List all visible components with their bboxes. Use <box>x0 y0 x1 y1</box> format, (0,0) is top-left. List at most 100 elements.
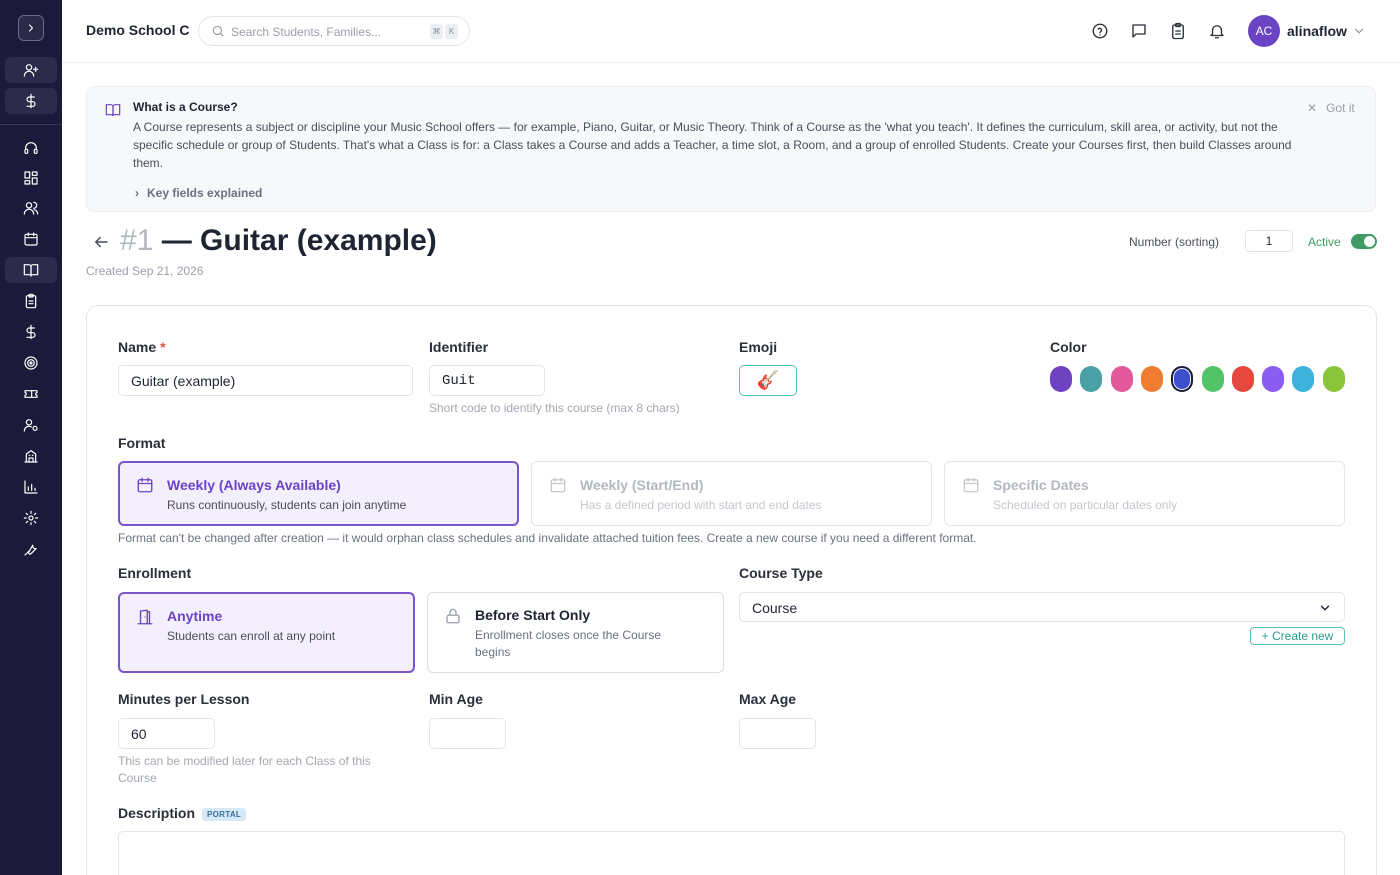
color-label: Color <box>1050 339 1087 355</box>
active-label: Active <box>1308 235 1341 249</box>
max-age-input[interactable] <box>739 718 816 749</box>
global-search[interactable]: ⌘ K <box>198 16 470 46</box>
number-sorting-input[interactable] <box>1245 230 1293 252</box>
book-icon <box>23 264 39 277</box>
search-icon <box>212 25 224 37</box>
enrollment-option-desc: Enrollment closes once the Course begins <box>475 628 662 659</box>
number-sorting-label: Number (sorting) <box>1129 235 1220 249</box>
color-swatch[interactable] <box>1080 366 1103 392</box>
toggle-knob <box>1364 236 1375 247</box>
color-swatch[interactable] <box>1292 366 1315 392</box>
sidebar-item-support[interactable] <box>5 135 57 161</box>
sidebar-item-billing-quick[interactable] <box>5 88 57 114</box>
required-marker: * <box>160 339 166 355</box>
course-number: #1 <box>120 224 154 257</box>
sidebar-item-add-user[interactable] <box>5 57 57 83</box>
min-age-input[interactable] <box>429 718 506 749</box>
color-swatch[interactable] <box>1231 366 1254 392</box>
tasks-button[interactable] <box>1168 21 1188 41</box>
emoji-picker-button[interactable]: 🎸 <box>739 365 797 396</box>
color-swatch[interactable] <box>1322 366 1345 392</box>
description-label: Description <box>118 805 196 821</box>
format-note: Format can't be changed after creation —… <box>118 531 977 545</box>
user-name[interactable]: alinaflow <box>1287 23 1347 39</box>
sidebar-item-reports[interactable] <box>5 474 57 500</box>
calendar-icon <box>963 477 979 493</box>
door-open-icon <box>137 609 153 625</box>
back-arrow-icon[interactable] <box>92 233 110 251</box>
avatar[interactable]: AC <box>1248 15 1280 47</box>
enrollment-option-before-start[interactable]: Before Start Only Enrollment closes once… <box>427 592 724 673</box>
create-course-type-button[interactable]: + Create new <box>1250 627 1345 645</box>
course-type-value: Course <box>752 600 798 616</box>
wrench-icon <box>24 544 37 556</box>
sidebar-expand-button[interactable] <box>18 15 44 41</box>
description-editor[interactable] <box>118 831 1345 875</box>
school-name[interactable]: Demo School C <box>86 22 189 38</box>
sidebar-item-tools[interactable] <box>5 536 57 562</box>
sidebar-item-events[interactable] <box>5 381 57 407</box>
settings-icon <box>23 510 39 526</box>
format-option-specific-dates: Specific Dates Scheduled on particular d… <box>944 461 1345 526</box>
active-toggle[interactable] <box>1351 234 1377 249</box>
minutes-input[interactable] <box>118 718 215 749</box>
sidebar-item-settings[interactable] <box>5 505 57 531</box>
color-swatch[interactable] <box>1110 366 1133 392</box>
sidebar-item-attendance[interactable] <box>5 288 57 314</box>
color-swatch[interactable] <box>1262 366 1285 392</box>
color-swatch[interactable] <box>1171 366 1194 392</box>
format-option-weekly-start-end: Weekly (Start/End) Has a defined period … <box>531 461 932 526</box>
users-icon <box>23 201 39 215</box>
sidebar-item-dashboard[interactable] <box>5 165 57 191</box>
help-button[interactable] <box>1090 21 1110 41</box>
format-option-desc: Scheduled on particular dates only <box>993 498 1178 512</box>
calendar-icon <box>24 232 38 246</box>
building-icon <box>24 450 38 463</box>
sidebar-item-goals[interactable] <box>5 350 57 376</box>
help-circle-icon <box>1092 23 1108 39</box>
max-age-label: Max Age <box>739 691 797 707</box>
identifier-input[interactable] <box>429 365 545 396</box>
shortcut-key-cmd: ⌘ <box>430 24 443 39</box>
min-age-label: Min Age <box>429 691 483 707</box>
color-swatch[interactable] <box>1201 366 1224 392</box>
format-option-desc: Runs continuously, students can join any… <box>167 498 407 512</box>
format-option-title: Specific Dates <box>993 477 1089 493</box>
color-swatch[interactable] <box>1140 366 1163 392</box>
sidebar-item-courses[interactable] <box>5 257 57 283</box>
sidebar-divider <box>0 124 62 125</box>
close-icon: ✕ <box>1307 101 1318 115</box>
user-plus-icon <box>23 64 39 77</box>
lock-icon <box>446 608 460 624</box>
calendar-icon <box>137 477 153 493</box>
sidebar-item-students[interactable] <box>5 195 57 221</box>
enrollment-option-anytime[interactable]: Anytime Students can enroll at any point <box>118 592 415 673</box>
clipboard-icon <box>1172 22 1184 40</box>
format-option-title: Weekly (Start/End) <box>580 477 704 493</box>
name-input[interactable] <box>118 365 413 396</box>
clipboard-icon <box>25 293 37 309</box>
sidebar-item-calendar[interactable] <box>5 226 57 252</box>
key-fields-toggle[interactable]: › Key fields explained <box>135 186 262 200</box>
course-type-label: Course Type <box>739 565 823 581</box>
enrollment-option-desc: Students can enroll at any point <box>167 629 336 643</box>
calendar-icon <box>550 477 566 493</box>
chevron-down-icon[interactable] <box>1352 24 1366 38</box>
ticket-icon <box>24 390 38 398</box>
chevron-right-icon <box>28 24 34 32</box>
sidebar-item-locations[interactable] <box>5 443 57 469</box>
search-input[interactable] <box>231 23 421 41</box>
color-swatch[interactable] <box>1050 366 1072 392</box>
course-info-banner: What is a Course? A Course represents a … <box>86 86 1376 212</box>
portal-badge: PORTAL <box>202 808 247 821</box>
app-root: Demo School C ⌘ K AC alinaflow What is a… <box>0 0 1400 875</box>
dismiss-banner-button[interactable]: ✕ Got it <box>1307 101 1355 115</box>
sidebar-item-billing[interactable] <box>5 319 57 345</box>
identifier-hint: Short code to identify this course (max … <box>429 401 680 415</box>
course-type-select[interactable]: Course <box>739 592 1345 622</box>
notifications-button[interactable] <box>1207 21 1227 41</box>
sidebar-item-staff[interactable] <box>5 412 57 438</box>
minutes-hint: This can be modified later for each Clas… <box>118 754 371 785</box>
messages-button[interactable] <box>1129 21 1149 41</box>
format-option-weekly-always[interactable]: Weekly (Always Available) Runs continuou… <box>118 461 519 526</box>
